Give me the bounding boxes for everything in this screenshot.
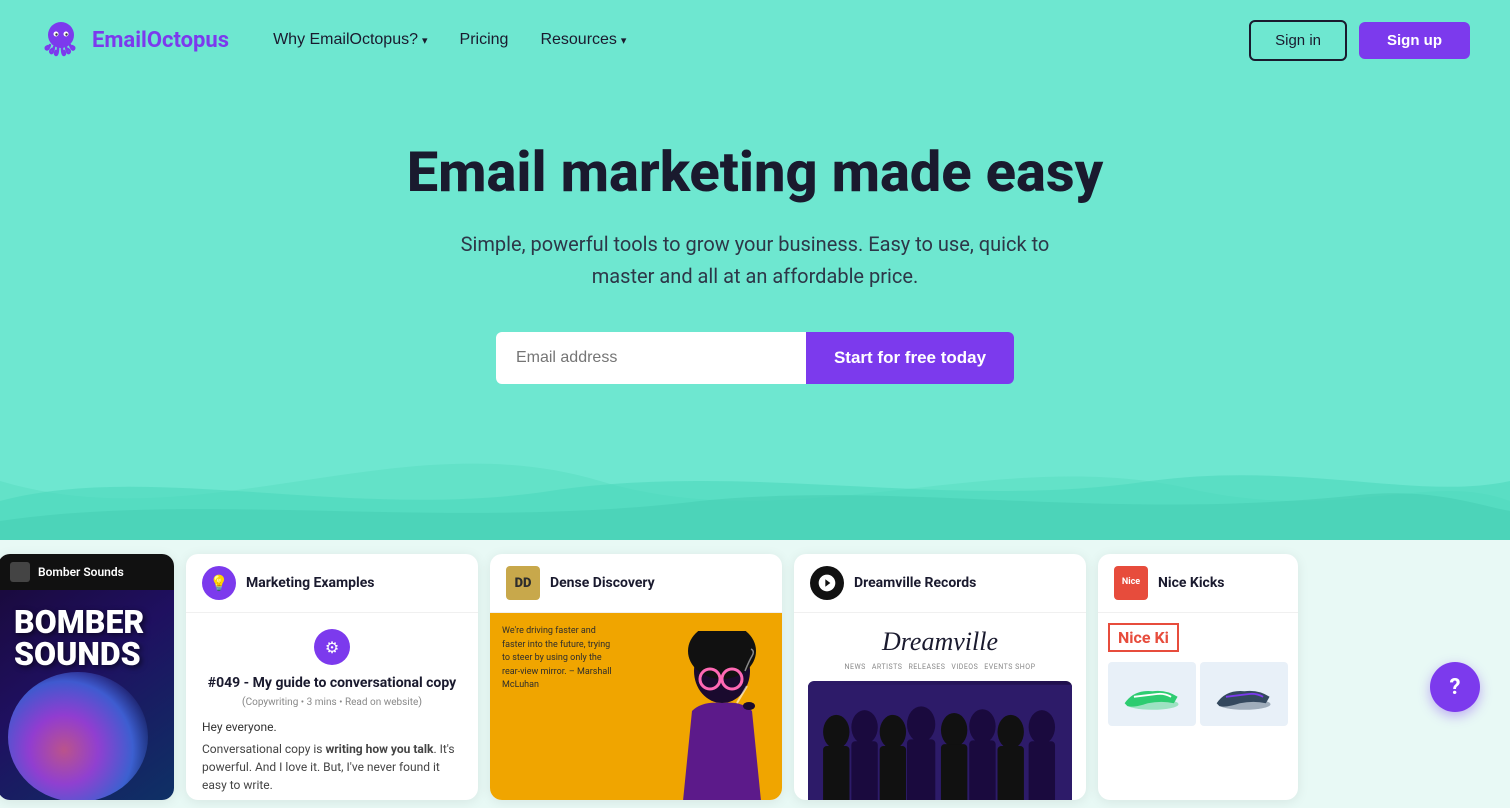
nav-resources[interactable]: Resources ▾: [526, 23, 640, 57]
card-nice-kicks[interactable]: Nice Nice Kicks Nice Ki: [1098, 554, 1298, 800]
card-marketing-body: ⚙ #049 - My guide to conversational copy…: [186, 613, 478, 800]
marketing-greeting: Hey everyone.: [202, 720, 462, 734]
signin-button[interactable]: Sign in: [1249, 20, 1347, 61]
logo-text: EmailOctopus: [92, 28, 229, 53]
help-bubble[interactable]: ?: [1430, 662, 1480, 712]
card-dense-discovery[interactable]: DD Dense Discovery We're driving faster …: [490, 554, 782, 800]
cards-section: Bomber Sounds BOMBER SOUNDS 💡 Marketing …: [0, 540, 1510, 808]
logo-icon: [40, 19, 82, 61]
start-free-button[interactable]: Start for free today: [806, 332, 1014, 384]
hero-heading: Email marketing made easy: [40, 140, 1470, 204]
nicekicks-card-name: Nice Kicks: [1158, 575, 1225, 591]
card-dreamville-records[interactable]: Dreamville Records Dreamville NEWS ARTIS…: [794, 554, 1086, 800]
email-input[interactable]: [496, 332, 806, 384]
card-dense-header: DD Dense Discovery: [490, 554, 782, 613]
person-silhouette: [652, 631, 772, 800]
bomber-logo-icon: [10, 562, 30, 582]
dense-quote: We're driving faster and faster into the…: [502, 625, 612, 693]
bomber-splat: [8, 672, 148, 800]
bomber-image: BOMBER SOUNDS: [0, 590, 174, 800]
email-form: Start for free today: [40, 332, 1470, 384]
card-marketing-examples[interactable]: 💡 Marketing Examples ⚙ #049 - My guide t…: [186, 554, 478, 800]
chevron-down-icon: ▾: [621, 34, 627, 47]
nicekicks-box: Nice Ki: [1108, 623, 1179, 652]
bomber-card-name: Bomber Sounds: [38, 565, 124, 579]
sneaker-item-2: [1200, 662, 1288, 726]
sneaker-item-1: [1108, 662, 1196, 726]
hero-content: Email marketing made easy Simple, powerf…: [40, 140, 1470, 384]
card-dreamville-header: Dreamville Records: [794, 554, 1086, 613]
bomber-title-text: BOMBER SOUNDS: [14, 606, 144, 670]
marketing-card-name: Marketing Examples: [246, 575, 375, 591]
logo-link[interactable]: EmailOctopus: [40, 19, 229, 61]
dense-card-name: Dense Discovery: [550, 575, 655, 591]
hero-subheading: Simple, powerful tools to grow your busi…: [445, 228, 1065, 292]
dreamville-image: [808, 681, 1072, 800]
nicekicks-logo: Nice: [1114, 566, 1148, 600]
signup-button[interactable]: Sign up: [1359, 22, 1470, 59]
chevron-down-icon: ▾: [422, 34, 428, 47]
dreamville-wordmark: Dreamville: [808, 627, 1072, 657]
navbar: EmailOctopus Why EmailOctopus? ▾ Pricing…: [0, 0, 1510, 80]
dreamville-nav: NEWS ARTISTS RELEASES VIDEOS EVENTS SHOP: [808, 663, 1072, 671]
card-marketing-header: 💡 Marketing Examples: [186, 554, 478, 613]
card-bomber-sounds[interactable]: Bomber Sounds BOMBER SOUNDS: [0, 554, 174, 800]
card-bomber-header: Bomber Sounds: [0, 554, 174, 590]
marketing-logo: 💡: [202, 566, 236, 600]
nav-links: Why EmailOctopus? ▾ Pricing Resources ▾: [259, 23, 1249, 57]
nav-pricing[interactable]: Pricing: [446, 23, 523, 57]
sneaker-grid: [1108, 662, 1288, 726]
gear-icon: ⚙: [314, 629, 350, 665]
marketing-article-meta: (Copywriting • 3 mins • Read on website): [202, 695, 462, 708]
marketing-center-icon: ⚙: [202, 629, 462, 665]
dreamville-card-name: Dreamville Records: [854, 575, 976, 591]
nav-actions: Sign in Sign up: [1249, 20, 1470, 61]
marketing-article-title: #049 - My guide to conversational copy: [202, 675, 462, 691]
nav-why-emailoctopus[interactable]: Why EmailOctopus? ▾: [259, 23, 441, 57]
hero-wave: [0, 421, 1510, 540]
hero-section: Email marketing made easy Simple, powerf…: [0, 80, 1510, 540]
marketing-body-text: Conversational copy is writing how you t…: [202, 740, 462, 794]
dreamville-logo: [810, 566, 844, 600]
nicekicks-body: Nice Ki: [1098, 613, 1298, 736]
dense-logo: DD: [506, 566, 540, 600]
dense-image: We're driving faster and faster into the…: [490, 613, 782, 800]
card-nicekicks-header: Nice Nice Kicks: [1098, 554, 1298, 613]
dreamville-body: Dreamville NEWS ARTISTS RELEASES VIDEOS …: [794, 613, 1086, 800]
